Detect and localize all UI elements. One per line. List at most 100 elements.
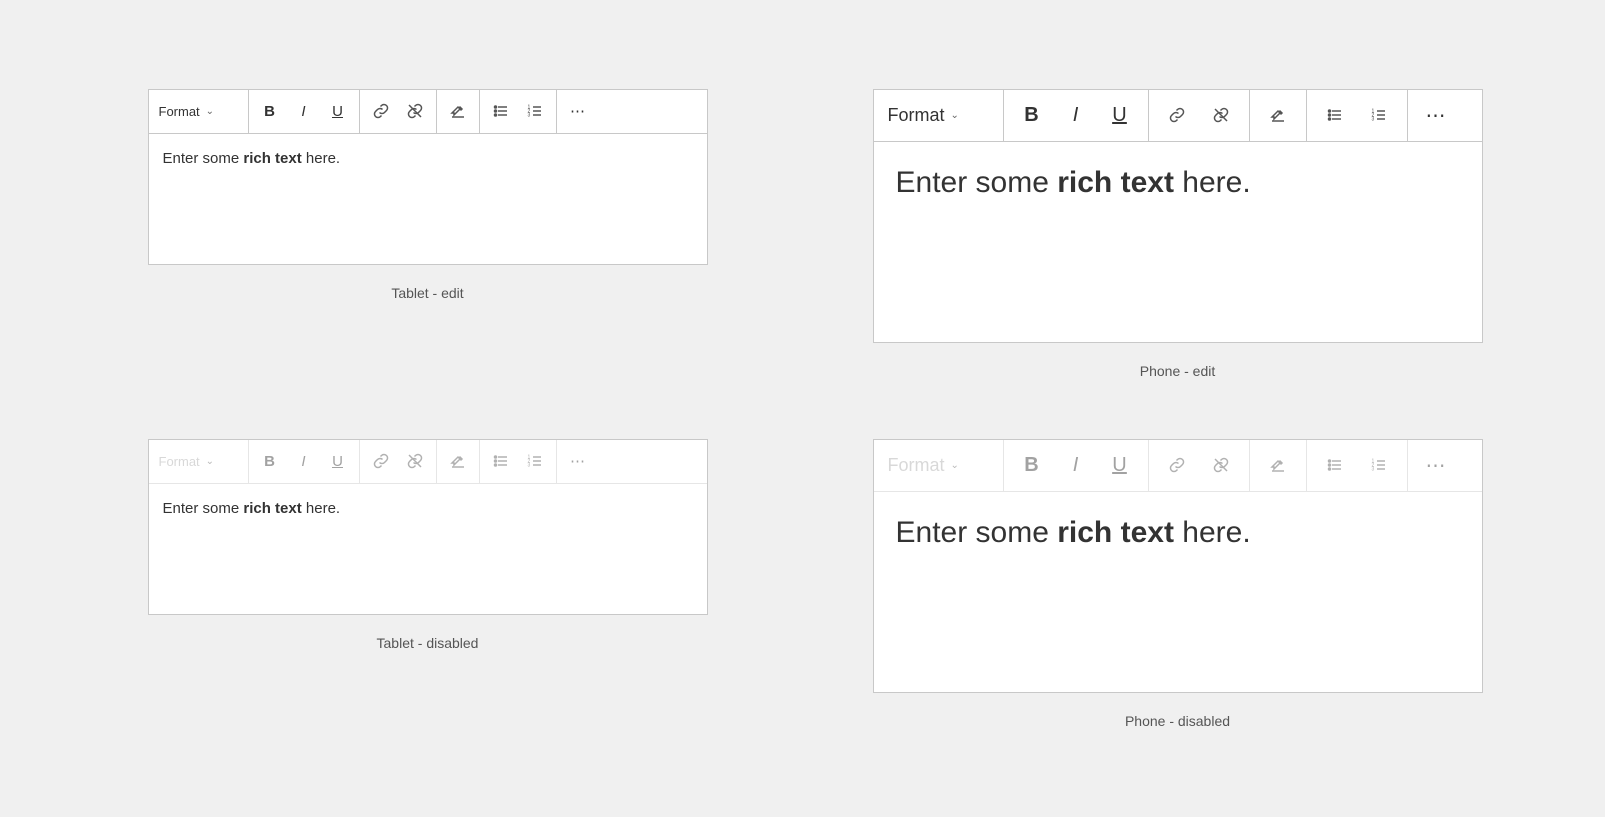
unlink-button[interactable] bbox=[398, 90, 432, 133]
chevron-down-icon-disabled: ⌄ bbox=[206, 456, 214, 467]
tablet-edit-label: Tablet - edit bbox=[391, 285, 463, 301]
toolbar-group-more-phone: ⋯ bbox=[1408, 90, 1464, 141]
list-button-disabled bbox=[484, 440, 518, 483]
phone-edit-editor-box: Format ⌄ B I U bbox=[873, 89, 1483, 343]
underline-button-phone-disabled: U bbox=[1098, 440, 1142, 491]
content-plain-phone-disabled: Enter some bbox=[896, 516, 1058, 549]
toolbar-group-link-phone bbox=[1149, 90, 1250, 141]
content-end-disabled: here. bbox=[302, 500, 340, 517]
toolbar-tablet-disabled: Format ⌄ B I U bbox=[149, 440, 707, 484]
phone-edit-label: Phone - edit bbox=[1140, 363, 1216, 379]
underline-button-disabled: U bbox=[321, 440, 355, 483]
bold-button-phone[interactable]: B bbox=[1010, 90, 1054, 141]
phone-edit-demo: Format ⌄ B I U bbox=[843, 89, 1513, 379]
ordered-list-button-phone-disabled: 1 2 3 bbox=[1357, 440, 1401, 491]
ordered-list-button-phone[interactable]: 1 2 3 bbox=[1357, 90, 1401, 141]
unlink-button-disabled bbox=[398, 440, 432, 483]
list-button-phone[interactable] bbox=[1313, 90, 1357, 141]
ordered-list-button-disabled: 1 2 3 bbox=[518, 440, 552, 483]
content-plain-phone: Enter some bbox=[896, 166, 1058, 199]
toolbar-group-list-phone: 1 2 3 bbox=[1307, 90, 1408, 141]
tablet-edit-editor-box: Format ⌄ B I U bbox=[148, 89, 708, 265]
editor-content-phone-edit[interactable]: Enter some rich text here. bbox=[874, 142, 1482, 342]
toolbar-group-more-disabled: ⋯ bbox=[557, 440, 599, 483]
italic-button-phone[interactable]: I bbox=[1054, 90, 1098, 141]
phone-disabled-label: Phone - disabled bbox=[1125, 713, 1230, 729]
toolbar-group-highlight-phone-disabled bbox=[1250, 440, 1307, 491]
content-end-1: here. bbox=[302, 150, 340, 167]
list-button-phone-disabled bbox=[1313, 440, 1357, 491]
content-bold-disabled: rich text bbox=[243, 500, 301, 517]
content-bold-1: rich text bbox=[243, 150, 301, 167]
italic-button-phone-disabled: I bbox=[1054, 440, 1098, 491]
tablet-disabled-label: Tablet - disabled bbox=[377, 635, 479, 651]
tablet-disabled-demo: Format ⌄ B I U bbox=[93, 439, 763, 729]
content-plain-1: Enter some bbox=[163, 150, 244, 167]
highlight-button-phone[interactable] bbox=[1256, 90, 1300, 141]
editor-content-phone-disabled: Enter some rich text here. bbox=[874, 492, 1482, 692]
link-button-phone-disabled bbox=[1155, 440, 1199, 491]
highlight-button[interactable] bbox=[441, 90, 475, 133]
link-button[interactable] bbox=[364, 90, 398, 133]
format-label-phone: Format bbox=[888, 105, 945, 126]
toolbar-group-highlight-phone bbox=[1250, 90, 1307, 141]
chevron-down-icon-phone: ⌄ bbox=[951, 110, 959, 121]
list-button[interactable] bbox=[484, 90, 518, 133]
toolbar-group-more-phone-disabled: ⋯ bbox=[1408, 440, 1464, 491]
chevron-down-icon: ⌄ bbox=[206, 106, 214, 117]
italic-button-disabled: I bbox=[287, 440, 321, 483]
italic-button[interactable]: I bbox=[287, 90, 321, 133]
format-dropdown-tablet-disabled: Format ⌄ bbox=[149, 440, 249, 483]
content-bold-phone: rich text bbox=[1057, 166, 1174, 199]
toolbar-group-list-disabled: 1 2 3 bbox=[480, 440, 557, 483]
unlink-button-phone[interactable] bbox=[1199, 90, 1243, 141]
bold-button[interactable]: B bbox=[253, 90, 287, 133]
phone-disabled-demo: Format ⌄ B I U bbox=[843, 439, 1513, 729]
toolbar-tablet-edit: Format ⌄ B I U bbox=[149, 90, 707, 134]
more-button[interactable]: ⋯ bbox=[561, 90, 595, 133]
content-end-phone: here. bbox=[1174, 166, 1251, 199]
format-label: Format bbox=[159, 104, 200, 119]
highlight-button-phone-disabled bbox=[1256, 440, 1300, 491]
phone-disabled-editor-box: Format ⌄ B I U bbox=[873, 439, 1483, 693]
more-button-disabled: ⋯ bbox=[561, 440, 595, 483]
more-button-phone[interactable]: ⋯ bbox=[1414, 90, 1458, 141]
underline-button-phone[interactable]: U bbox=[1098, 90, 1142, 141]
underline-button[interactable]: U bbox=[321, 90, 355, 133]
unlink-button-phone-disabled bbox=[1199, 440, 1243, 491]
toolbar-group-style-phone: B I U bbox=[1004, 90, 1149, 141]
svg-text:3: 3 bbox=[527, 113, 530, 119]
format-label-disabled: Format bbox=[159, 454, 200, 469]
content-end-phone-disabled: here. bbox=[1174, 516, 1251, 549]
toolbar-phone-disabled: Format ⌄ B I U bbox=[874, 440, 1482, 492]
content-bold-phone-disabled: rich text bbox=[1057, 516, 1174, 549]
toolbar-group-link-phone-disabled bbox=[1149, 440, 1250, 491]
content-plain-disabled: Enter some bbox=[163, 500, 244, 517]
editor-content-tablet-edit[interactable]: Enter some rich text here. bbox=[149, 134, 707, 264]
svg-text:3: 3 bbox=[1371, 117, 1374, 123]
link-button-disabled bbox=[364, 440, 398, 483]
toolbar-group-list-1: 1 2 3 bbox=[480, 90, 557, 133]
format-dropdown-phone-edit[interactable]: Format ⌄ bbox=[874, 90, 1004, 141]
svg-text:3: 3 bbox=[527, 463, 530, 469]
toolbar-group-link-1 bbox=[360, 90, 437, 133]
toolbar-group-style-phone-disabled: B I U bbox=[1004, 440, 1149, 491]
highlight-button-disabled bbox=[441, 440, 475, 483]
page-wrapper: Format ⌄ B I U bbox=[53, 49, 1553, 769]
chevron-down-icon-phone-disabled: ⌄ bbox=[951, 460, 959, 471]
link-button-phone[interactable] bbox=[1155, 90, 1199, 141]
bold-button-disabled: B bbox=[253, 440, 287, 483]
ordered-list-button[interactable]: 1 2 3 bbox=[518, 90, 552, 133]
toolbar-group-list-phone-disabled: 1 2 3 bbox=[1307, 440, 1408, 491]
toolbar-group-style-1: B I U bbox=[249, 90, 360, 133]
bold-button-phone-disabled: B bbox=[1010, 440, 1054, 491]
toolbar-group-style-disabled: B I U bbox=[249, 440, 360, 483]
format-dropdown-tablet-edit[interactable]: Format ⌄ bbox=[149, 90, 249, 133]
tablet-disabled-editor-box: Format ⌄ B I U bbox=[148, 439, 708, 615]
svg-text:3: 3 bbox=[1371, 467, 1374, 473]
format-label-phone-disabled: Format bbox=[888, 455, 945, 476]
toolbar-group-link-disabled bbox=[360, 440, 437, 483]
toolbar-group-highlight-disabled bbox=[437, 440, 480, 483]
toolbar-group-highlight-1 bbox=[437, 90, 480, 133]
more-button-phone-disabled: ⋯ bbox=[1414, 440, 1458, 491]
